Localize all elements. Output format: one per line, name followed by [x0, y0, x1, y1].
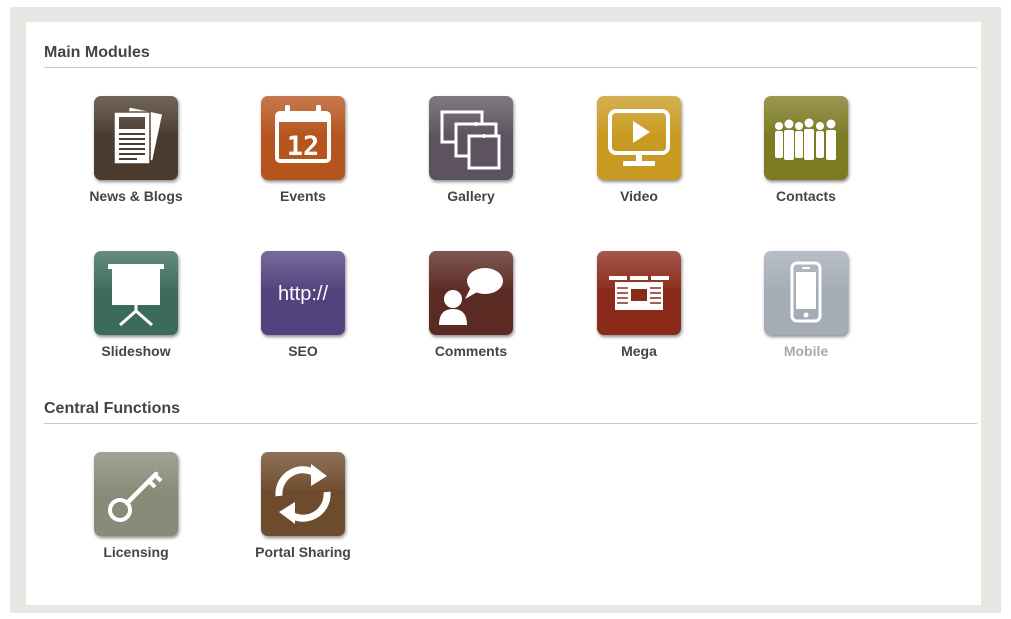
module-comments[interactable]: Comments — [396, 251, 546, 371]
people-icon — [764, 96, 848, 180]
module-label: News & Blogs — [89, 188, 183, 204]
module-label: Portal Sharing — [255, 544, 351, 560]
module-events[interactable]: 12 Events — [228, 96, 378, 216]
module-mega[interactable]: Mega — [564, 251, 714, 371]
module-label: Mega — [621, 343, 657, 359]
module-label: Events — [280, 188, 326, 204]
module-seo[interactable]: http:// SEO — [228, 251, 378, 371]
module-video[interactable]: Video — [564, 96, 714, 216]
projector-screen-icon — [94, 251, 178, 335]
module-label: Slideshow — [101, 343, 171, 359]
module-news-blogs[interactable]: News & Blogs — [61, 96, 211, 216]
module-label: Video — [620, 188, 658, 204]
section-divider — [44, 67, 977, 68]
video-monitor-icon — [597, 96, 681, 180]
module-label: Comments — [434, 343, 508, 359]
module-label: Gallery — [447, 188, 495, 204]
module-label: Licensing — [103, 544, 169, 560]
http-icon-text: http:// — [278, 283, 328, 305]
smartphone-icon — [764, 251, 848, 335]
comment-bubble-icon — [429, 251, 513, 335]
module-slideshow[interactable]: Slideshow — [61, 251, 211, 371]
module-label: Contacts — [776, 188, 836, 204]
module-label: SEO — [288, 343, 318, 359]
calendar-icon: 12 — [261, 96, 345, 180]
key-icon — [94, 452, 178, 536]
module-gallery[interactable]: Gallery — [396, 96, 546, 216]
module-mobile[interactable]: Mobile — [731, 251, 881, 371]
outer-frame: Main Modules News & Blogs 12 Events Gall… — [10, 7, 1001, 613]
module-label: Mobile — [783, 343, 829, 359]
module-portal-sharing[interactable]: Portal Sharing — [228, 452, 378, 572]
sync-arrows-icon — [261, 452, 345, 536]
modules-panel: Main Modules News & Blogs 12 Events Gall… — [26, 22, 981, 605]
gallery-icon — [429, 96, 513, 180]
calendar-day-number: 12 — [287, 131, 320, 162]
section-title-main-modules: Main Modules — [44, 44, 150, 61]
section-title-central-functions: Central Functions — [44, 400, 181, 417]
newspaper-icon — [94, 96, 178, 180]
mega-layout-icon — [597, 251, 681, 335]
section-divider — [44, 423, 977, 424]
module-contacts[interactable]: Contacts — [731, 96, 881, 216]
http-icon: http:// — [261, 251, 345, 335]
module-licensing[interactable]: Licensing — [61, 452, 211, 572]
